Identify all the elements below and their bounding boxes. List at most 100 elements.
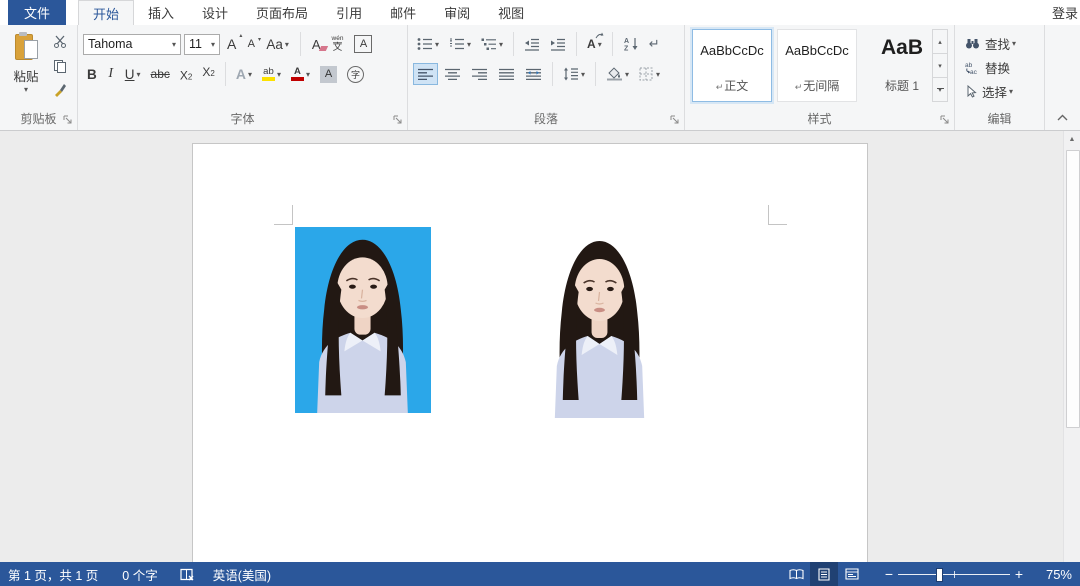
increase-indent-button[interactable] (546, 33, 570, 55)
bold-button[interactable]: B (83, 63, 101, 85)
style-card-no-spacing[interactable]: AaBbCcDc ↵无间隔 (777, 29, 857, 102)
style-preview: AaB (863, 36, 941, 60)
zoom-percentage[interactable]: 75% (1032, 567, 1080, 582)
phonetic-guide-button[interactable]: wén 文 (328, 33, 348, 55)
strikethrough-button[interactable]: abc (147, 63, 174, 85)
tab-page-layout[interactable]: 页面布局 (242, 0, 322, 25)
sort-button[interactable]: A Z (619, 33, 643, 55)
justify-button[interactable] (494, 63, 519, 85)
align-right-button[interactable] (467, 63, 492, 85)
group-font: Tahoma ▾ 11 ▾ A A Aa A wén 文 A (78, 25, 408, 130)
line-spacing-button[interactable] (559, 63, 589, 85)
document-page[interactable] (192, 143, 868, 562)
decrease-indent-button[interactable] (520, 33, 544, 55)
styles-dialog-launcher[interactable] (940, 115, 950, 125)
proofing-status[interactable] (176, 562, 199, 586)
tab-mailings[interactable]: 邮件 (376, 0, 430, 25)
tab-insert[interactable]: 插入 (134, 0, 188, 25)
scrollbar-thumb[interactable] (1066, 150, 1080, 428)
ribbon: 粘贴 (0, 25, 1080, 131)
gallery-up-button[interactable] (932, 29, 948, 54)
tab-design[interactable]: 设计 (188, 0, 242, 25)
language-status[interactable]: 英语(美国) (209, 562, 275, 586)
id-photo-blue-background[interactable] (295, 227, 431, 413)
replace-button[interactable]: ab ac 替换 (965, 57, 1010, 77)
style-preview: AaBbCcDc (778, 43, 856, 58)
id-photo-white-background[interactable] (533, 228, 667, 418)
change-case-button[interactable]: Aa (262, 33, 293, 55)
font-size-combo[interactable]: 11 ▾ (184, 34, 220, 55)
tab-review[interactable]: 审阅 (430, 0, 484, 25)
show-hide-marks-button[interactable]: ↵ (645, 33, 664, 55)
zoom-slider[interactable] (898, 567, 1010, 581)
italic-button[interactable]: I (103, 63, 119, 85)
scroll-up-button[interactable] (1064, 131, 1080, 148)
align-right-icon (471, 68, 488, 81)
chevron-down-icon: ▾ (172, 40, 176, 49)
align-left-icon (417, 68, 434, 81)
shrink-font-button[interactable]: A (243, 33, 259, 55)
grow-font-button[interactable]: A (223, 33, 240, 55)
align-left-button[interactable] (413, 63, 438, 85)
cut-button[interactable] (48, 31, 72, 52)
multilevel-list-button[interactable] (477, 33, 507, 55)
select-button[interactable]: 选择 (965, 81, 1013, 101)
enclose-characters-button[interactable]: 字 (343, 63, 368, 85)
borders-button[interactable] (635, 63, 664, 85)
tab-home[interactable]: 开始 (78, 0, 134, 25)
zoom-in-button[interactable]: + (1010, 566, 1028, 582)
font-family-combo[interactable]: Tahoma ▾ (83, 34, 181, 55)
clipboard-dialog-launcher[interactable] (63, 115, 73, 125)
crop-mark-top-left (292, 205, 293, 225)
subscript-button[interactable]: X2 (176, 63, 196, 85)
decrease-indent-icon (524, 38, 540, 51)
clear-formatting-button[interactable]: A (308, 33, 325, 55)
page-count-status[interactable]: 第 1 页，共 1 页 (4, 562, 102, 586)
bullets-button[interactable] (413, 33, 443, 55)
font-dialog-launcher[interactable] (393, 115, 403, 125)
clipboard-icon (15, 32, 37, 60)
character-border-button[interactable]: A (350, 33, 376, 55)
text-effects-button[interactable]: A (232, 63, 256, 85)
font-color-button[interactable]: A (287, 63, 314, 85)
replace-icon: ab ac (965, 61, 980, 74)
editing-group-label: 编辑 (955, 110, 1044, 127)
style-gallery-arrows (932, 29, 948, 102)
copy-button[interactable] (48, 55, 72, 76)
gallery-down-button[interactable] (932, 54, 948, 78)
style-name: ↵正文 (693, 77, 771, 94)
numbering-button[interactable] (445, 33, 475, 55)
zoom-slider-thumb[interactable] (936, 568, 943, 582)
shading-button[interactable] (602, 63, 633, 85)
zoom-out-button[interactable]: − (880, 566, 898, 582)
paragraph-dialog-launcher[interactable] (670, 115, 680, 125)
asian-layout-button[interactable]: A (583, 33, 606, 55)
find-button[interactable]: 查找 (965, 33, 1016, 53)
print-layout-button[interactable] (810, 562, 838, 586)
tab-file[interactable]: 文件 (8, 0, 66, 25)
vertical-scrollbar[interactable] (1063, 131, 1080, 562)
distribute-button[interactable] (521, 63, 546, 85)
style-card-heading1[interactable]: AaB 标题 1 (862, 29, 942, 102)
superscript-button[interactable]: X2 (198, 63, 218, 85)
tab-view[interactable]: 视图 (484, 0, 538, 25)
style-card-normal[interactable]: AaBbCcDc ↵正文 (692, 29, 772, 102)
web-layout-icon (845, 568, 859, 580)
read-mode-button[interactable] (782, 562, 810, 586)
paste-button[interactable]: 粘贴 (8, 30, 44, 122)
sign-in-button[interactable]: 登录 (1052, 0, 1080, 25)
text-highlight-button[interactable]: ab (258, 63, 285, 85)
format-painter-button[interactable] (48, 79, 72, 100)
web-layout-button[interactable] (838, 562, 866, 586)
font-group-label: 字体 (78, 110, 407, 127)
align-center-button[interactable] (440, 63, 465, 85)
word-count-status[interactable]: 0 个字 (118, 562, 161, 586)
copy-icon (53, 59, 67, 73)
ribbon-tab-bar: 文件 开始 插入 设计 页面布局 引用 邮件 审阅 视图 登录 (0, 0, 1080, 25)
character-shading-button[interactable]: A (316, 63, 341, 85)
underline-button[interactable]: U (121, 63, 145, 85)
gallery-more-button[interactable] (932, 78, 948, 102)
tab-references[interactable]: 引用 (322, 0, 376, 25)
crop-mark-top-right (768, 224, 787, 225)
collapse-ribbon-button[interactable] (1054, 110, 1070, 124)
